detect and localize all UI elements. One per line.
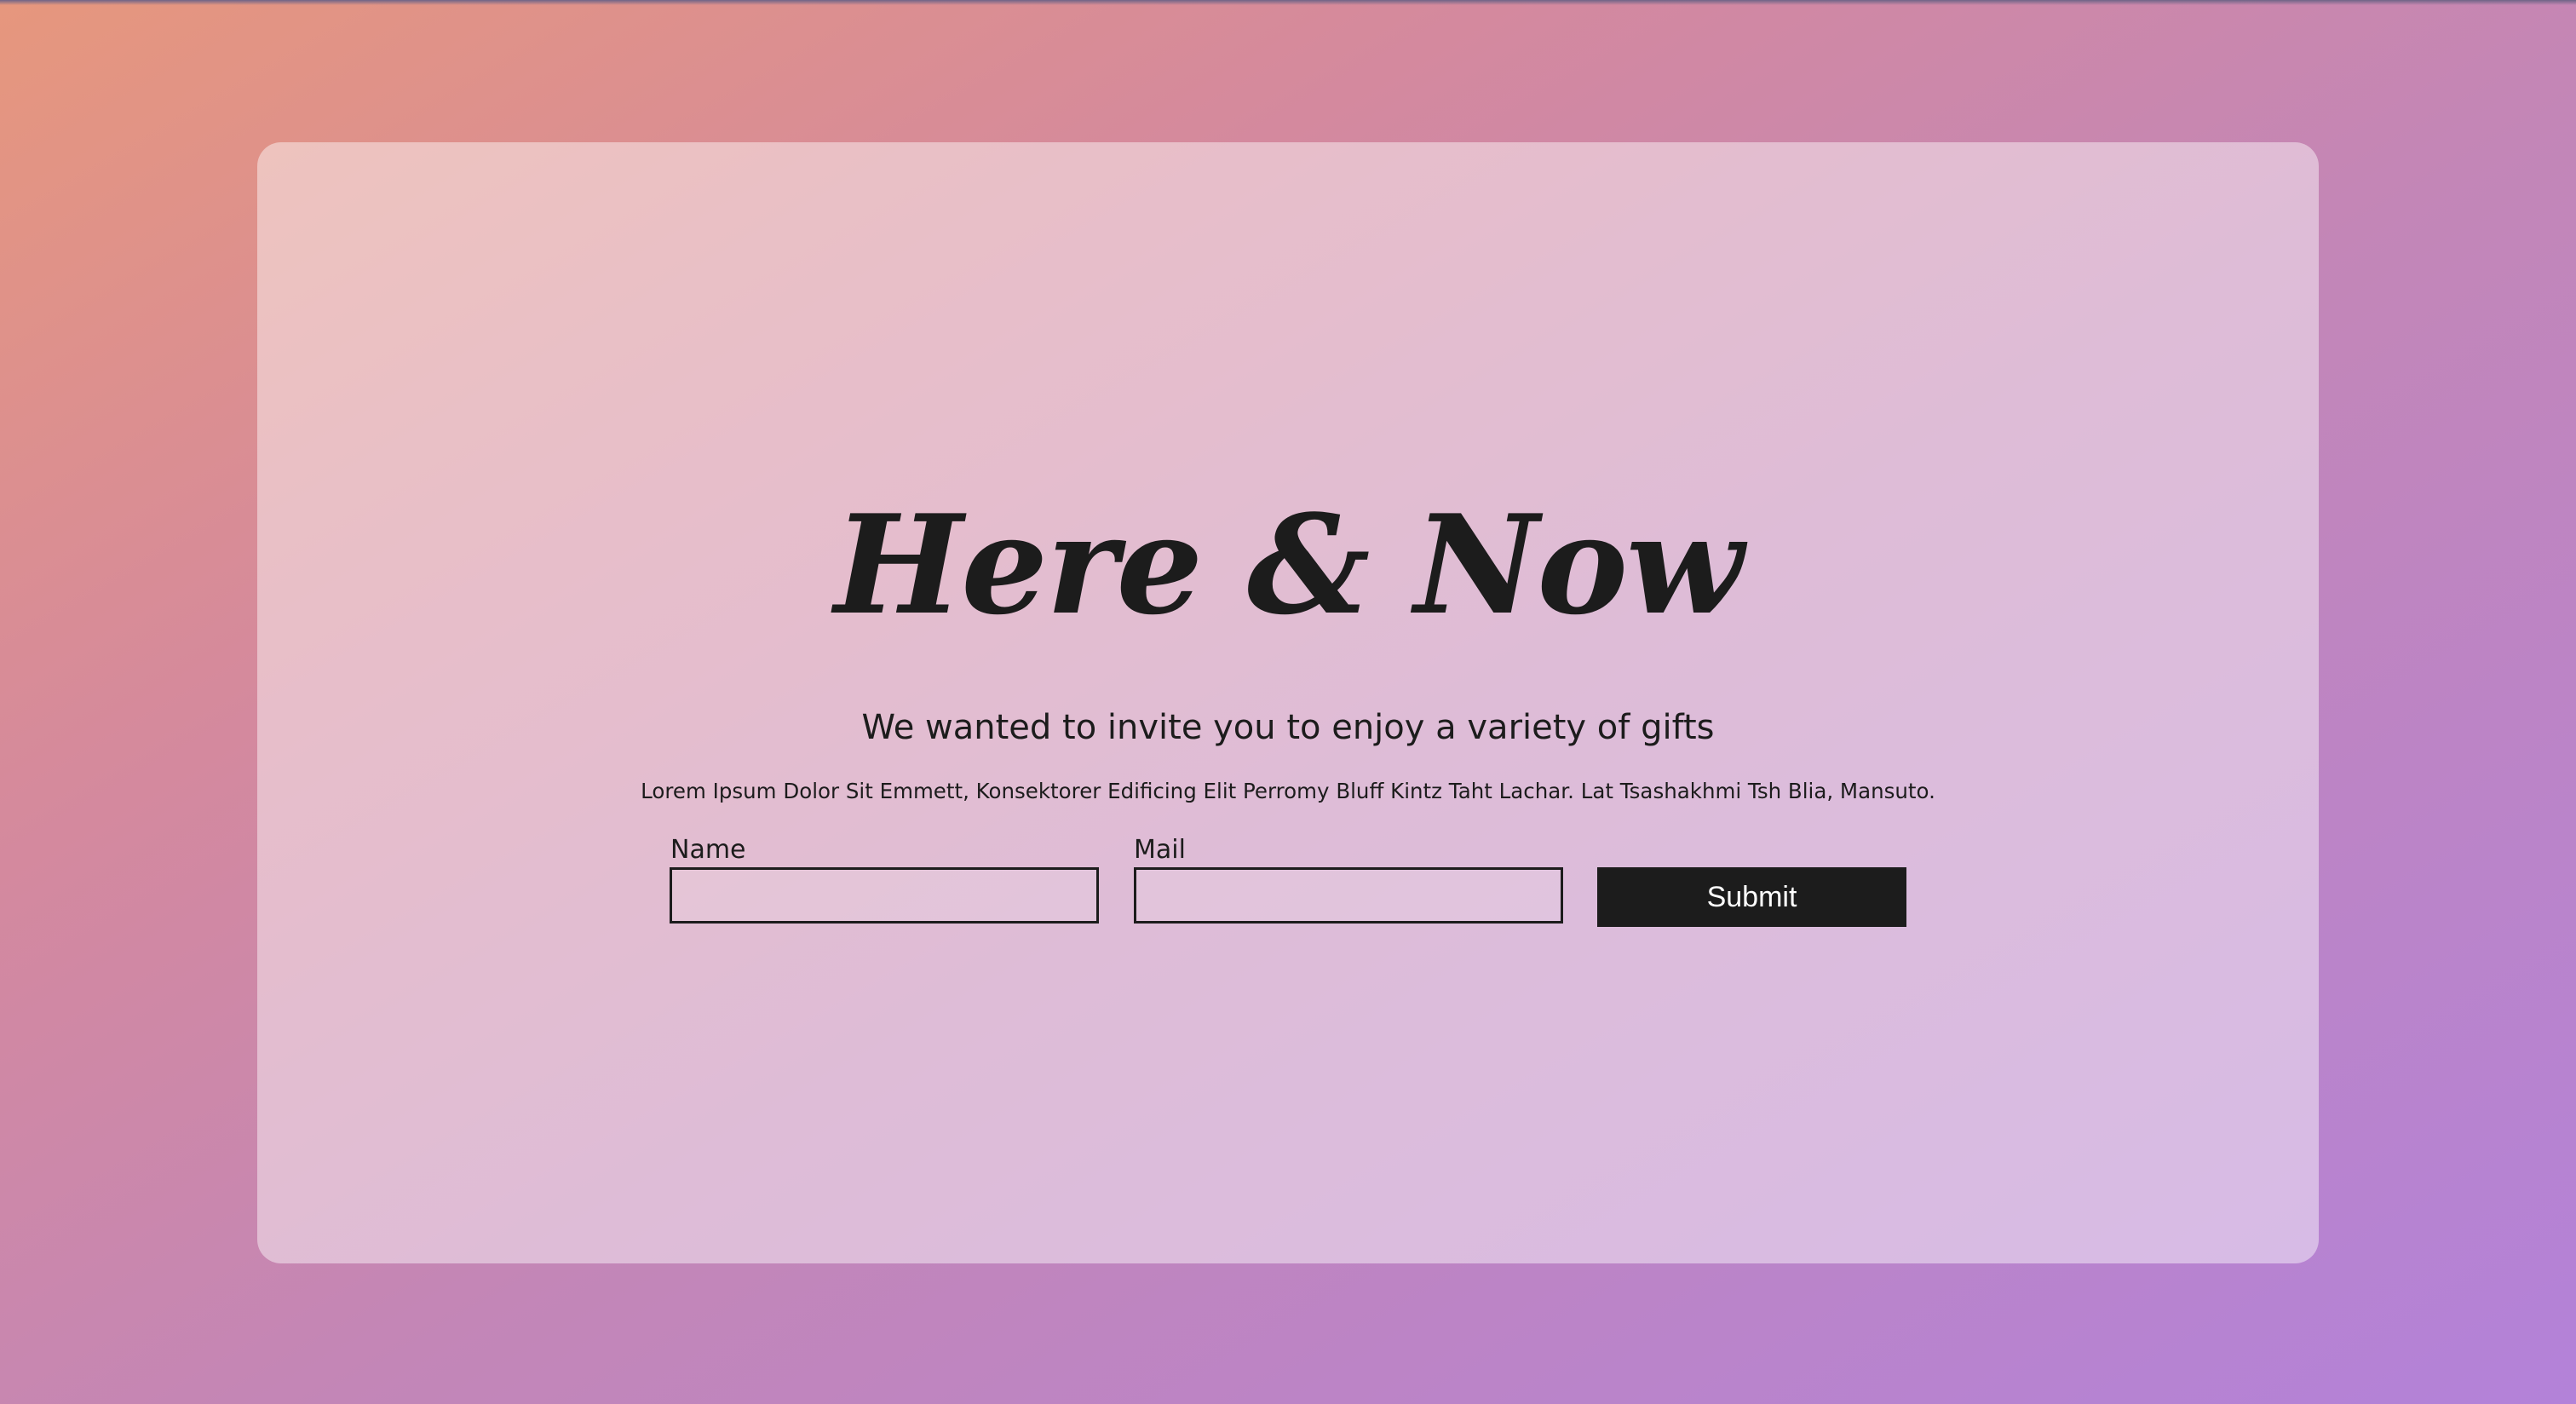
- page-title: Here & Now: [834, 485, 1744, 645]
- invitation-body-text: Lorem Ipsum Dolor Sit Emmett, Konsektore…: [641, 779, 1935, 803]
- invitation-card: [257, 142, 2319, 1263]
- mail-input[interactable]: [1134, 867, 1563, 924]
- mail-label: Mail: [1134, 835, 1186, 865]
- invitation-subtitle: We wanted to invite you to enjoy a varie…: [861, 708, 1715, 747]
- name-input[interactable]: [670, 867, 1099, 924]
- top-edge-shadow: [0, 0, 2576, 5]
- submit-button[interactable]: Submit: [1597, 867, 1906, 927]
- name-label: Name: [670, 835, 746, 865]
